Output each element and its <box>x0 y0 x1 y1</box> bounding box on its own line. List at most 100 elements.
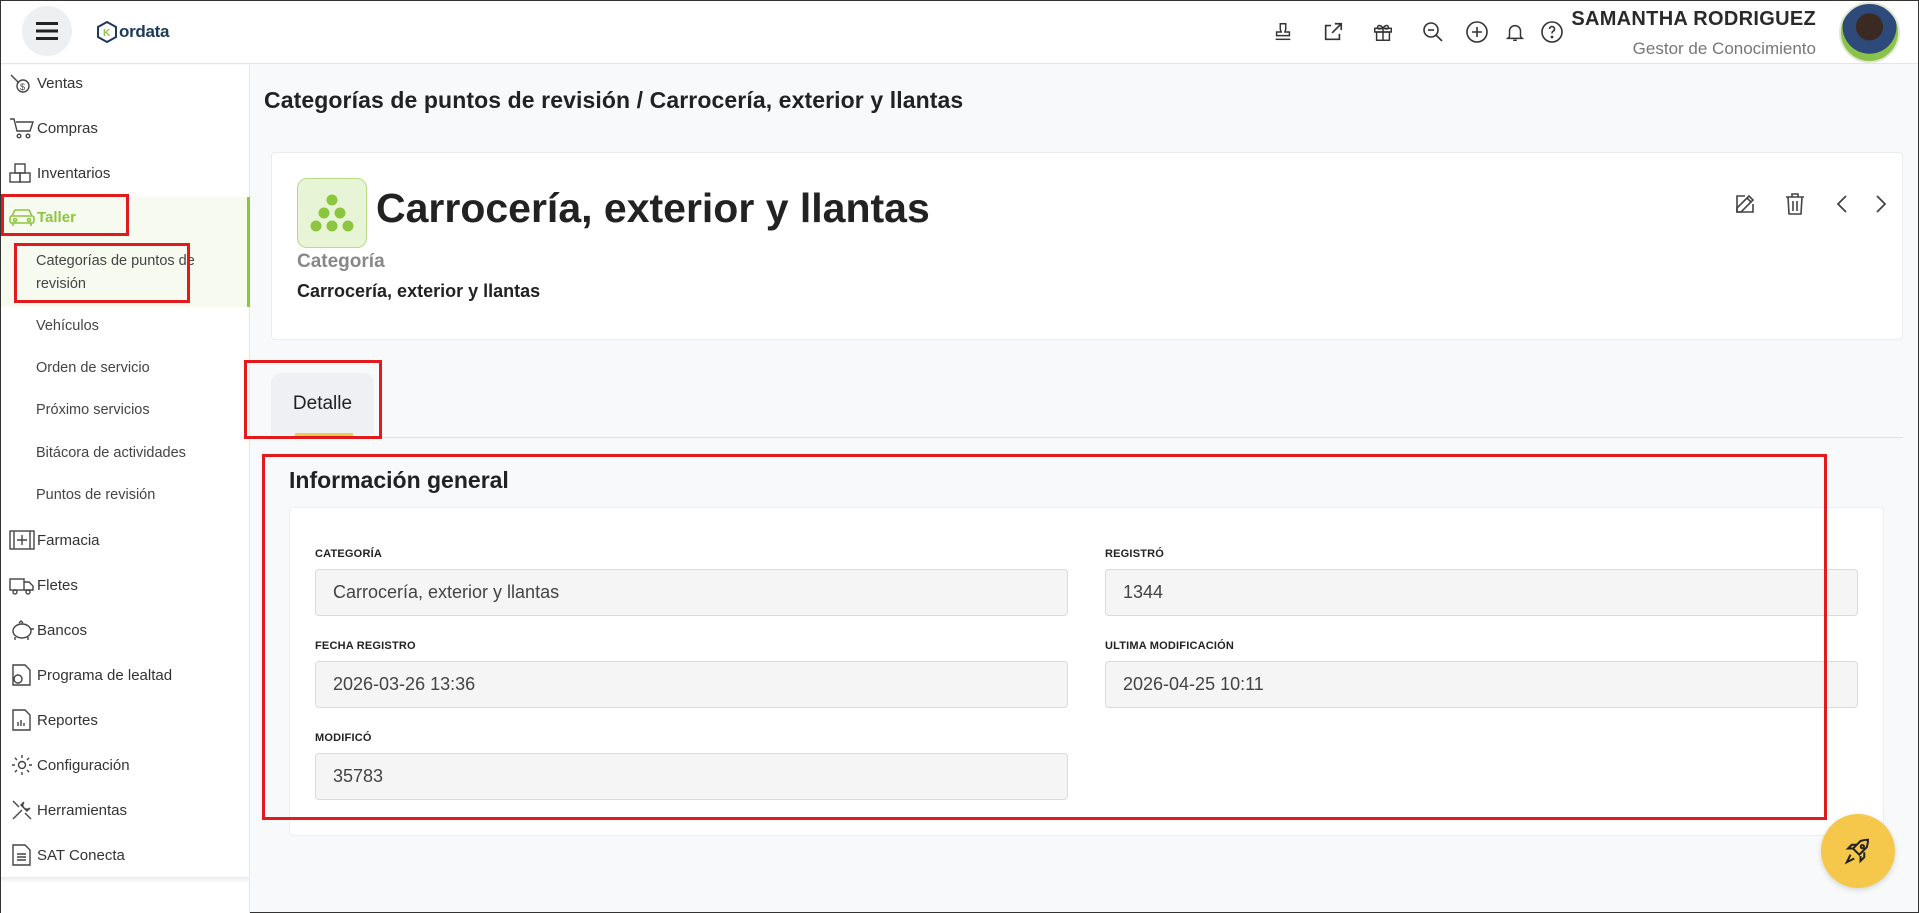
avatar[interactable] <box>1839 2 1900 63</box>
field-label-registro: REGISTRÓ <box>1105 548 1165 560</box>
add-button[interactable] <box>1464 19 1490 45</box>
sidebar-subitem-label: Próximo servicios <box>36 402 150 418</box>
sidebar-item-fletes[interactable]: Fletes <box>9 572 78 598</box>
tools-icon <box>9 797 37 823</box>
category-dots-icon <box>297 178 367 248</box>
bell-icon <box>1505 24 1525 41</box>
add-circle-icon <box>1466 21 1488 43</box>
sidebar-subitem-categorias[interactable]: Categorías de puntos de revisión <box>36 250 196 296</box>
chevron-left-icon <box>1836 195 1847 213</box>
hamburger-menu-button[interactable] <box>22 6 72 56</box>
cart-icon <box>9 115 37 141</box>
field-ultima-modificacion[interactable]: 2026-04-25 10:11 <box>1105 661 1858 708</box>
delete-button[interactable] <box>1782 191 1808 217</box>
sidebar-item-compras[interactable]: Compras <box>9 115 98 141</box>
logo-text: ordata <box>119 22 170 41</box>
field-fecha-registro[interactable]: 2026-03-26 13:36 <box>315 661 1068 708</box>
sidebar-item-ventas[interactable]: $ Ventas <box>9 70 83 96</box>
sidebar-subitem-label: Bitácora de actividades <box>36 445 186 461</box>
field-label-fecha-registro: FECHA REGISTRO <box>315 640 416 652</box>
tab-active-indicator <box>295 433 353 436</box>
hamburger-icon <box>36 22 58 40</box>
sidebar-item-taller[interactable]: Taller <box>9 204 76 230</box>
breadcrumb: Categorías de puntos de revisión / Carro… <box>264 87 964 113</box>
stamp-icon <box>1275 23 1291 41</box>
sidebar-item-label: Programa de lealtad <box>37 666 173 684</box>
sidebar-item-label: Ventas <box>37 74 83 92</box>
sidebar-subitem-proximo-servicios[interactable]: Próximo servicios <box>36 399 150 422</box>
boxes-icon <box>9 160 37 186</box>
sidebar-item-label: Taller <box>37 208 76 226</box>
sidebar-subitem-bitacora[interactable]: Bitácora de actividades <box>36 442 186 465</box>
external-link-button[interactable] <box>1320 19 1346 45</box>
sidebar-item-bancos[interactable]: Bancos <box>9 617 87 643</box>
sidebar-item-label: Configuración <box>37 756 130 774</box>
rocket-fab-button[interactable] <box>1821 814 1895 888</box>
sidebar-item-label: Reportes <box>37 711 98 729</box>
trash-icon <box>1786 193 1804 215</box>
previous-button[interactable] <box>1829 191 1855 217</box>
help-button[interactable] <box>1539 19 1565 45</box>
field-label-categoria: CATEGORÍA <box>315 548 382 560</box>
gear-icon <box>9 752 37 778</box>
field-categoria[interactable]: Carrocería, exterior y llantas <box>315 569 1068 616</box>
next-button[interactable] <box>1868 191 1894 217</box>
sidebar-item-reportes[interactable]: Reportes <box>9 707 98 733</box>
rocket-icon <box>1844 838 1870 865</box>
top-bar: K ordata SAMANTHA RODRIGUEZ Gestor de Co… <box>1 1 1918 64</box>
sidebar-item-inventarios[interactable]: Inventarios <box>9 160 110 186</box>
sidebar-item-programa-lealtad[interactable]: Programa de lealtad <box>9 662 172 688</box>
edit-icon <box>1736 194 1755 213</box>
sidebar-subitem-orden-servicio[interactable]: Orden de servicio <box>36 357 150 380</box>
sidebar-item-farmacia[interactable]: Farmacia <box>9 527 100 553</box>
tab-detalle[interactable]: Detalle <box>271 373 374 435</box>
svg-text:K: K <box>103 28 111 39</box>
field-label-ultima-modificacion: ULTIMA MODIFICACIÓN <box>1105 640 1235 652</box>
user-name[interactable]: SAMANTHA RODRIGUEZ <box>1571 8 1816 31</box>
search-zoom-icon <box>1423 22 1443 42</box>
general-info-card: CATEGORÍA Carrocería, exterior y llantas… <box>289 507 1884 836</box>
notifications-button[interactable] <box>1502 19 1528 45</box>
sidebar-shadow <box>1 877 250 883</box>
sidebar-item-sat-conecta[interactable]: SAT Conecta <box>9 842 125 868</box>
sidebar-subitem-vehiculos[interactable]: Vehículos <box>36 315 99 338</box>
header-card: Carrocería, exterior y llantas Categoría… <box>271 152 1903 340</box>
field-registro[interactable]: 1344 <box>1105 569 1858 616</box>
gift-button[interactable] <box>1370 19 1396 45</box>
sales-icon: $ <box>9 70 37 96</box>
field-modifico[interactable]: 35783 <box>315 753 1068 800</box>
tab-divider <box>264 437 1903 438</box>
sidebar-subitem-puntos-revision[interactable]: Puntos de revisión <box>36 484 155 507</box>
chevron-right-icon <box>1876 195 1887 213</box>
car-icon <box>9 204 37 230</box>
sidebar-item-configuracion[interactable]: Configuración <box>9 752 130 778</box>
first-aid-icon <box>9 527 37 553</box>
sidebar-item-label: Herramientas <box>37 801 128 819</box>
category-label: Categoría <box>297 251 385 272</box>
external-link-icon <box>1324 22 1343 41</box>
sidebar-item-label: Fletes <box>37 576 78 594</box>
search-zoom-button[interactable] <box>1420 19 1446 45</box>
field-label-modifico: MODIFICÓ <box>315 732 372 744</box>
app-logo[interactable]: K ordata <box>97 21 169 43</box>
sidebar-item-label: SAT Conecta <box>37 846 125 864</box>
logo-hexagon-icon: K <box>97 21 117 43</box>
sidebar-subitem-label: Puntos de revisión <box>36 487 156 503</box>
sidebar-item-label: Inventarios <box>37 164 111 182</box>
report-icon <box>9 707 37 733</box>
sidebar-subitem-label: Vehículos <box>36 318 99 334</box>
sidebar-item-label: Compras <box>37 119 98 137</box>
piggy-bank-icon <box>9 617 37 643</box>
gift-icon <box>1374 24 1392 41</box>
stamp-button[interactable] <box>1270 19 1296 45</box>
user-role: Gestor de Conocimiento <box>1632 39 1816 58</box>
document-icon <box>9 842 37 868</box>
sidebar-item-label: Bancos <box>37 621 88 639</box>
section-title: Información general <box>289 467 509 493</box>
page-title: Carrocería, exterior y llantas <box>376 185 930 231</box>
sidebar-item-herramientas[interactable]: Herramientas <box>9 797 127 823</box>
loyalty-icon <box>9 662 37 688</box>
edit-button[interactable] <box>1732 191 1758 217</box>
help-icon <box>1541 21 1563 43</box>
truck-icon <box>9 572 37 598</box>
